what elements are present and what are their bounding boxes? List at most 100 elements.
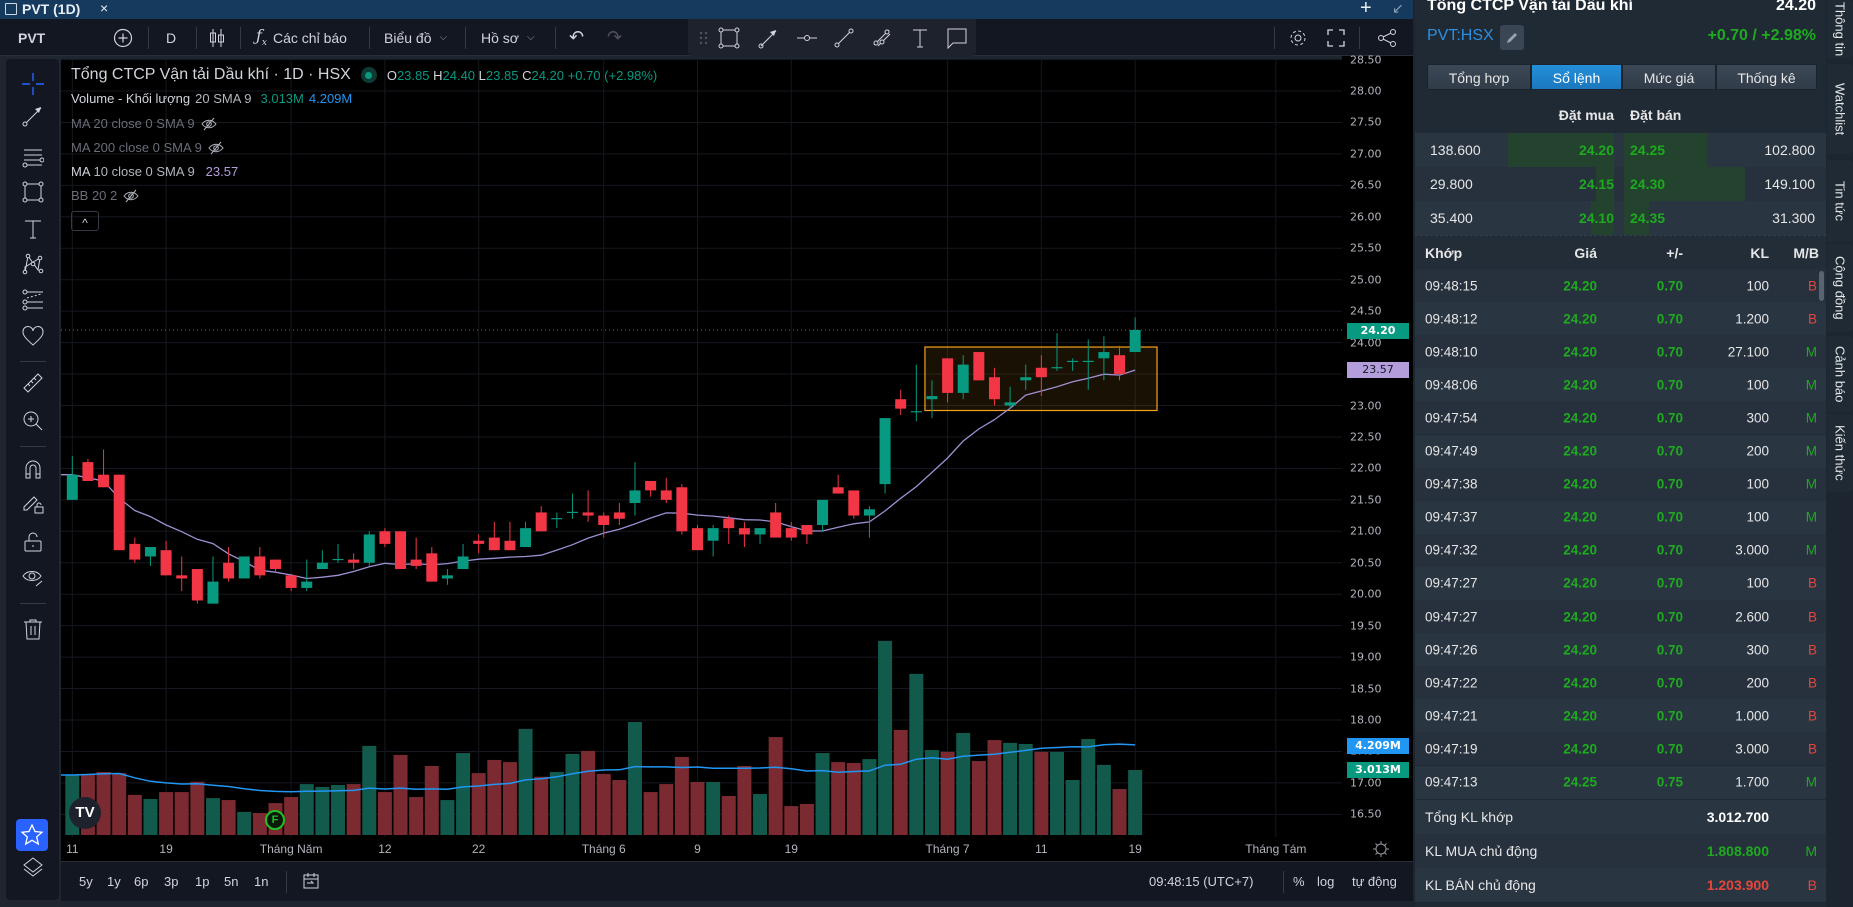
edit-symbol-button[interactable] [1500, 25, 1524, 50]
candle-down [254, 556, 266, 576]
unlock-icon[interactable] [22, 531, 44, 553]
candlestick-chart[interactable] [61, 59, 1342, 837]
ruler-icon[interactable] [22, 372, 44, 394]
ma10-price-tag: 23.57 [1347, 362, 1409, 378]
undo-button[interactable]: ↶ [569, 19, 584, 56]
compare-symbol-button[interactable] [113, 19, 133, 56]
legend-ma20[interactable]: MA 20 close 0 SMA 9 [71, 116, 218, 131]
redo-button[interactable]: ↷ [607, 19, 622, 56]
candle-down [473, 540, 485, 544]
candle-up [1051, 367, 1063, 369]
orderbook-row[interactable]: 35.400 24.10 24.35 31.300 [1415, 201, 1826, 235]
layers-icon[interactable] [22, 856, 44, 878]
log-toggle[interactable]: log [1317, 874, 1334, 889]
goto-date-calendar-icon[interactable] [302, 872, 320, 890]
ask-price[interactable]: 24.30 [1630, 176, 1665, 192]
trend-line-icon[interactable] [22, 105, 44, 127]
settings-button[interactable] [1288, 19, 1308, 56]
auto-scale-toggle[interactable]: tự động [1352, 874, 1397, 889]
collapse-legend-button[interactable]: ^ [71, 211, 99, 231]
interval-button[interactable]: D [166, 19, 176, 56]
favorites-button[interactable] [16, 819, 48, 851]
crosshair-icon[interactable] [22, 73, 44, 95]
side-tab[interactable]: Tin tức [1827, 160, 1853, 242]
eye-off-icon[interactable] [207, 141, 225, 155]
arrow-tool-icon[interactable] [757, 26, 781, 50]
range-3m[interactable]: 3p [164, 874, 178, 889]
ask-price[interactable]: 24.35 [1630, 210, 1665, 226]
collapse-arrow-icon[interactable]: ↙ [1392, 0, 1404, 17]
side-tab[interactable]: Cảnh báo [1827, 336, 1853, 412]
indicators-button[interactable]: ƒx Các chỉ báo [256, 19, 347, 56]
chart-menu-button[interactable]: Biểu đồ ⌵ [384, 19, 447, 56]
forecast-icon[interactable] [22, 289, 44, 311]
price-change: +0.70 / +2.98% [1707, 27, 1816, 44]
heart-icon[interactable] [22, 325, 44, 347]
eye-off-icon[interactable] [200, 117, 218, 131]
orderbook-row[interactable]: 29.800 24.15 24.30 149.100 [1415, 167, 1826, 201]
add-icon[interactable]: + [1360, 0, 1372, 20]
pattern-icon[interactable] [22, 253, 44, 275]
candle-down [676, 487, 688, 532]
range-1y[interactable]: 1y [107, 874, 121, 889]
range-5d[interactable]: 5n [224, 874, 238, 889]
pencil-icon [1507, 32, 1517, 43]
legend-bb[interactable]: BB 20 2 [71, 188, 140, 203]
tab-muc-gia[interactable]: Mức giá [1622, 64, 1716, 90]
orderbook-row[interactable]: 138.600 24.20 24.25 102.800 [1415, 133, 1826, 167]
zoom-in-icon[interactable] [22, 410, 44, 432]
fullscreen-button[interactable] [1327, 19, 1345, 56]
bid-price[interactable]: 24.20 [1579, 142, 1614, 158]
bid-price[interactable]: 24.15 [1579, 176, 1614, 192]
legend-ma10[interactable]: MA 10 close 0 SMA 9 23.57 [71, 164, 238, 179]
parallel-channel-icon[interactable] [870, 26, 894, 50]
share-button[interactable] [1377, 19, 1397, 56]
trades-scrollbar[interactable] [1819, 271, 1824, 301]
range-1d[interactable]: 1n [254, 874, 268, 889]
event-marker-icon[interactable]: F [265, 810, 285, 830]
rectangle-tool-icon[interactable] [717, 26, 741, 50]
hide-drawings-eye-icon[interactable] [22, 566, 44, 588]
magnet-icon[interactable] [22, 458, 44, 480]
legend-volume[interactable]: Volume - Khối lượng 20 SMA 9 3.013M 4.20… [71, 91, 352, 106]
callout-tool-icon[interactable] [945, 26, 969, 50]
eye-off-icon[interactable] [122, 189, 140, 203]
drag-handle-icon[interactable] [692, 26, 716, 50]
close-tab-icon[interactable]: × [100, 0, 108, 16]
tradingview-logo[interactable]: TV [69, 797, 101, 829]
bid-price[interactable]: 24.10 [1579, 210, 1614, 226]
legend-ma200[interactable]: MA 200 close 0 SMA 9 [71, 140, 225, 155]
tab-tong-hop[interactable]: Tổng hợp [1427, 64, 1531, 90]
trash-icon[interactable] [22, 618, 44, 640]
profile-menu-button[interactable]: Hồ sơ ⌵ [481, 19, 535, 56]
range-6m[interactable]: 6p [134, 874, 148, 889]
trend-line-icon[interactable] [832, 26, 856, 50]
chart-type-button[interactable] [208, 19, 226, 56]
trade-time: 09:48:15 [1425, 278, 1478, 293]
text-icon[interactable] [22, 218, 44, 240]
text-tool-icon[interactable] [908, 26, 932, 50]
side-tab[interactable]: Watchlist [1827, 64, 1853, 154]
symbol-search-button[interactable]: PVT [18, 19, 45, 56]
trade-time: 09:48:06 [1425, 377, 1478, 393]
rectangle-icon[interactable] [22, 181, 44, 203]
volume-bar [643, 792, 658, 835]
tab-thong-ke[interactable]: Thống kê [1716, 64, 1817, 90]
summary-value: 1.808.800 [1706, 843, 1769, 859]
percent-toggle[interactable]: % [1293, 874, 1305, 889]
price-tick-label: 22.50 [1350, 430, 1382, 444]
chart-tab-title[interactable]: PVT (1D) [22, 1, 80, 17]
horizontal-ray-icon[interactable] [795, 26, 819, 50]
ask-price[interactable]: 24.25 [1630, 142, 1665, 158]
axis-settings-gear-icon[interactable] [1372, 840, 1390, 858]
lock-drawings-icon[interactable] [22, 493, 44, 515]
clock-timezone[interactable]: 09:48:15 (UTC+7) [1149, 874, 1253, 889]
range-1m[interactable]: 1p [195, 874, 209, 889]
fib-retracement-icon[interactable] [22, 146, 44, 168]
range-5y[interactable]: 5y [79, 874, 93, 889]
side-tab[interactable]: Kiến thức [1827, 414, 1853, 492]
side-tab[interactable]: Thông tin [1827, 0, 1853, 58]
side-tab[interactable]: Cộng đồng [1827, 244, 1853, 332]
tab-so-lenh[interactable]: Sổ lệnh [1531, 64, 1622, 90]
price-chart-pane[interactable] [61, 59, 1342, 837]
